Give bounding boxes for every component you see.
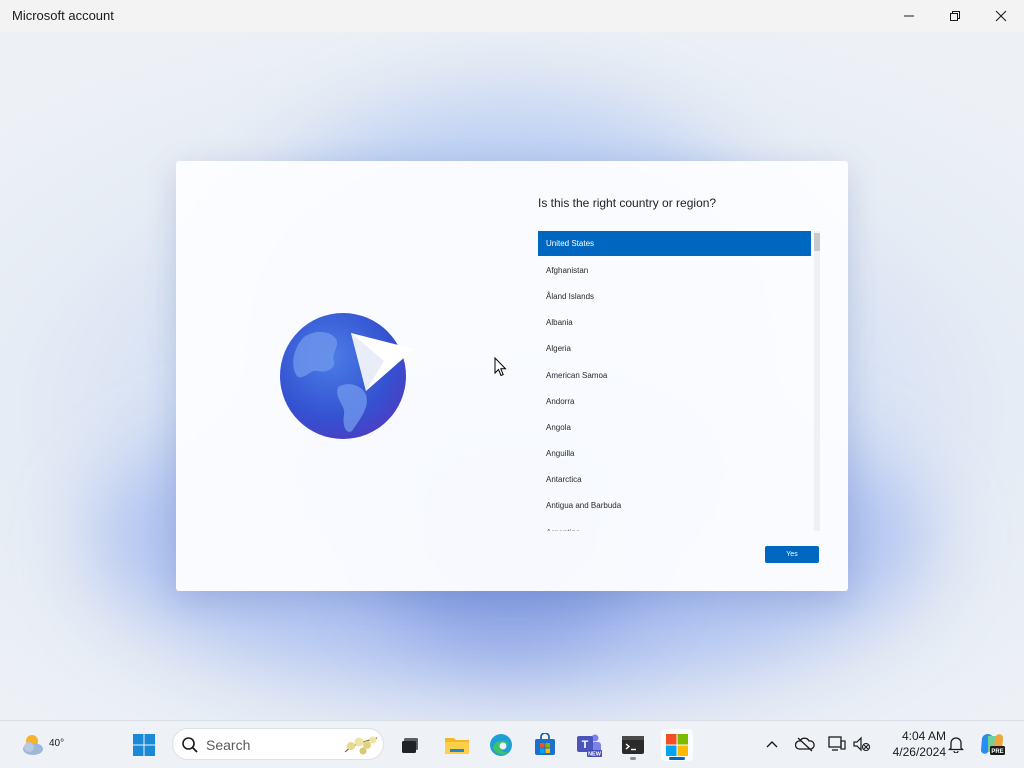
- list-item[interactable]: Antarctica: [538, 467, 811, 493]
- bell-icon: [948, 737, 964, 753]
- clock-date: 4/26/2024: [892, 745, 946, 759]
- list-scrollbar[interactable]: [814, 231, 820, 531]
- country-list[interactable]: United States Afghanistan Åland Islands …: [538, 231, 821, 531]
- list-item[interactable]: Åland Islands: [538, 283, 811, 309]
- microsoft-store-button[interactable]: [529, 729, 561, 761]
- task-view-button[interactable]: [394, 729, 426, 761]
- search-icon: [182, 737, 198, 753]
- window-title: Microsoft account: [12, 8, 114, 23]
- file-explorer-icon: [445, 738, 469, 754]
- globe-paper-plane-illustration: [280, 313, 414, 439]
- new-badge-text: NEW: [588, 752, 602, 758]
- task-view-icon: [402, 738, 418, 753]
- start-button[interactable]: [128, 729, 160, 761]
- list-item[interactable]: Argentina: [538, 519, 811, 531]
- running-indicator: [630, 757, 636, 760]
- teams-button[interactable]: T NEW: [573, 729, 605, 761]
- display-icon: [828, 736, 846, 751]
- mouse-cursor-icon: [494, 357, 507, 377]
- list-item[interactable]: Anguilla: [538, 441, 811, 467]
- list-item[interactable]: Algeria: [538, 336, 811, 362]
- edge-browser-icon: [490, 734, 512, 756]
- show-hidden-icons-button[interactable]: [760, 732, 784, 756]
- dialog-question: Is this the right country or region?: [538, 196, 717, 210]
- terminal-button[interactable]: [617, 729, 649, 761]
- yes-button[interactable]: Yes: [765, 546, 819, 563]
- windows-start-icon: [133, 734, 155, 756]
- onedrive-offline-icon: [795, 737, 815, 752]
- restore-button[interactable]: [932, 0, 978, 32]
- weather-widget[interactable]: 40°: [18, 729, 64, 761]
- minimize-icon: [904, 15, 914, 17]
- list-item[interactable]: Antigua and Barbuda: [538, 493, 811, 519]
- list-item-selected[interactable]: United States: [538, 231, 811, 256]
- terminal-icon: [622, 736, 644, 754]
- svg-text:T: T: [582, 739, 589, 751]
- window-titlebar: Microsoft account: [0, 0, 1024, 32]
- restore-icon: [950, 11, 960, 21]
- display-tray-button[interactable]: [825, 732, 849, 756]
- minimize-button[interactable]: [886, 0, 932, 32]
- list-item[interactable]: Andorra: [538, 388, 811, 414]
- copilot-button[interactable]: PRE: [978, 730, 1006, 758]
- list-item[interactable]: Angola: [538, 414, 811, 440]
- weather-partly-cloudy-icon: [23, 735, 43, 755]
- weather-temperature: 40°: [49, 738, 65, 749]
- teams-new-icon: T NEW: [577, 734, 602, 758]
- microsoft-account-button[interactable]: [661, 729, 693, 761]
- onedrive-tray-button[interactable]: [793, 732, 817, 756]
- volume-tray-button[interactable]: [850, 732, 874, 756]
- search-highlight-flowers-icon: [344, 736, 378, 755]
- taskbar-search-box[interactable]: Search: [172, 728, 384, 760]
- list-item[interactable]: American Samoa: [538, 362, 811, 388]
- close-button[interactable]: [978, 0, 1024, 32]
- search-placeholder: Search: [206, 737, 251, 753]
- file-explorer-button[interactable]: [441, 729, 473, 761]
- scrollbar-thumb[interactable]: [814, 233, 820, 251]
- list-item[interactable]: Albania: [538, 310, 811, 336]
- taskbar-clock[interactable]: 4:04 AM 4/26/2024: [880, 728, 946, 762]
- region-dialog: Is this the right country or region? Uni…: [176, 161, 848, 591]
- edge-browser-button[interactable]: [485, 729, 517, 761]
- copilot-icon: PRE: [981, 733, 1005, 755]
- active-indicator: [669, 757, 685, 760]
- volume-muted-icon: [853, 736, 871, 752]
- notifications-button[interactable]: [944, 732, 968, 756]
- close-icon: [995, 10, 1007, 22]
- microsoft-account-icon: [666, 734, 688, 756]
- pre-badge-text: PRE: [991, 749, 1003, 755]
- list-item[interactable]: Afghanistan: [538, 257, 811, 283]
- microsoft-store-icon: [535, 733, 555, 755]
- chevron-up-icon: [766, 741, 778, 748]
- clock-time: 4:04 AM: [901, 729, 946, 743]
